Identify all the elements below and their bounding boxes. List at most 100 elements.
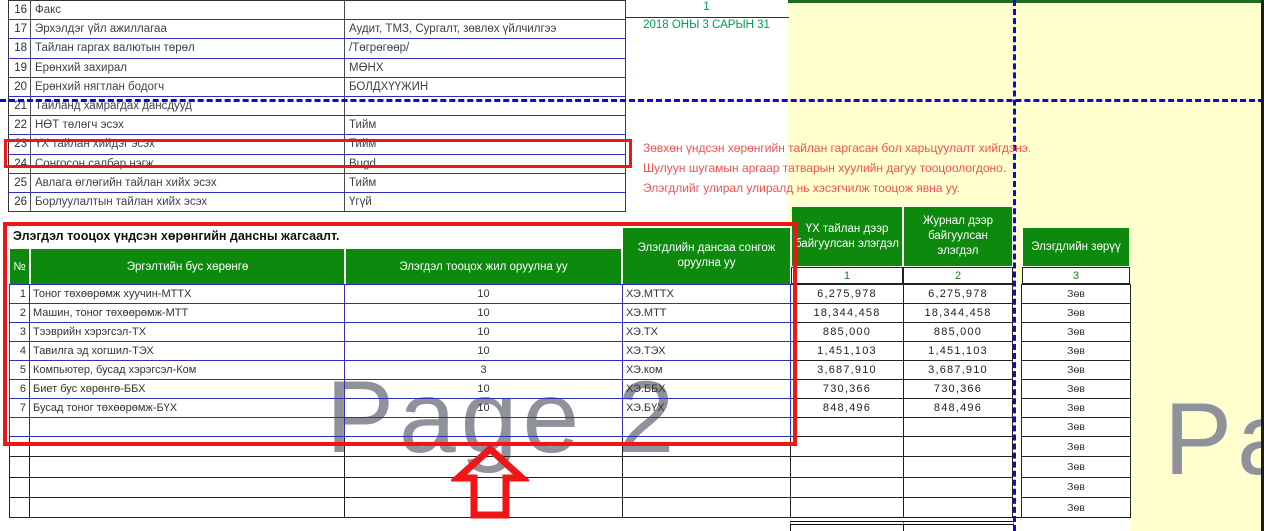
cell-num[interactable]: 20: [9, 77, 31, 96]
table-row: Зөв: [10, 457, 1131, 477]
cell-status[interactable]: Зөв: [1022, 418, 1131, 437]
cell-status[interactable]: Зөв: [1022, 323, 1131, 342]
cell-name[interactable]: [30, 457, 345, 477]
cell-name[interactable]: [30, 477, 345, 497]
cell-status[interactable]: Зөв: [1022, 342, 1131, 361]
page-break-vertical[interactable]: [1013, 0, 1016, 531]
cell-value[interactable]: БОЛДХҮҮЖИН: [345, 77, 626, 96]
note-line-3: Элэгдлийг улирал улиралд нь хэсэгчилж то…: [643, 181, 960, 195]
cell-acct[interactable]: [623, 457, 791, 477]
report-date-cell[interactable]: 2018 ОНЫ 3 САРЫН 31: [625, 19, 788, 34]
cell-dep1[interactable]: 18,344,458: [791, 304, 904, 323]
cell-dep1[interactable]: 3,687,910: [791, 361, 904, 380]
cell-dep2[interactable]: 18,344,458: [904, 304, 1013, 323]
table-row: 18Тайлан гаргах валютын төрөл/Төгрөгөөр/: [9, 39, 626, 58]
cell-dep2[interactable]: 885,000: [904, 323, 1013, 342]
red-up-arrow: [451, 445, 529, 519]
cell-dep1[interactable]: 6,275,978: [791, 285, 904, 304]
cell-status[interactable]: Зөв: [1022, 285, 1131, 304]
cell-status[interactable]: Зөв: [1022, 380, 1131, 399]
cell-num[interactable]: 18: [9, 39, 31, 58]
cell-label[interactable]: Факс: [31, 1, 345, 20]
cell-dep2[interactable]: 848,496: [904, 399, 1013, 418]
cell-status[interactable]: Зөв: [1022, 304, 1131, 323]
header-cell-dep-report[interactable]: ҮХ тайлан дээр байгуулсан элэгдэл: [791, 206, 903, 267]
cell-num[interactable]: 17: [9, 20, 31, 39]
note-line-2: Шулуун шугамын аргаар татварын хуулийн д…: [643, 161, 1006, 175]
cell-acct[interactable]: [623, 477, 791, 497]
total-cell-dep-report[interactable]: [790, 521, 904, 531]
cell-dep2[interactable]: 6,275,978: [904, 285, 1013, 304]
cell-dep1[interactable]: [791, 477, 904, 497]
cell-label[interactable]: Авлага өглөгийн тайлан хийх эсэх: [31, 173, 345, 192]
cell-num[interactable]: 22: [9, 116, 31, 135]
cell-dep1[interactable]: 848,496: [791, 399, 904, 418]
cell-num[interactable]: 19: [9, 58, 31, 77]
cell-value[interactable]: Аудит, ТМЗ, Сургалт, зөвлөх үйлчилгээ: [345, 20, 626, 39]
cell-dep1[interactable]: [791, 457, 904, 477]
cell-n[interactable]: [10, 497, 30, 517]
table-row: Зөв: [10, 477, 1131, 497]
page-watermark-right: Page: [1164, 388, 1264, 490]
cell-value[interactable]: /Төгрөгөөр/: [345, 39, 626, 58]
column-number-2[interactable]: 2: [903, 267, 1013, 284]
highlight-box-row-23: [4, 139, 632, 168]
date-column-number[interactable]: 1: [625, 1, 788, 16]
cell-status[interactable]: Зөв: [1022, 457, 1131, 477]
table-row: 26Борлуулалтын тайлан хийх эсэхҮгүй: [9, 192, 626, 211]
header-cell-dep-diff[interactable]: Элэгдлийн зөрүү: [1022, 227, 1130, 267]
cell-dep2[interactable]: [904, 418, 1013, 437]
cell-num[interactable]: 16: [9, 1, 31, 20]
cell-label[interactable]: Ерөнхий нягтлан бодогч: [31, 77, 345, 96]
cell-acct[interactable]: [623, 497, 791, 517]
company-info-table: 16Факс17Эрхэлдэг үйл ажиллагааАудит, ТМЗ…: [8, 0, 626, 212]
table-row: 19Ерөнхий захиралМӨНХ: [9, 58, 626, 77]
cell-status[interactable]: Зөв: [1022, 437, 1131, 457]
spreadsheet-canvas: Page 2 Page 16Факс17Эрхэлдэг үйл ажиллаг…: [0, 0, 1264, 531]
table-row: 25Авлага өглөгийн тайлан хийх эсэхТийм: [9, 173, 626, 192]
cell-dep1[interactable]: [791, 418, 904, 437]
total-cell-dep-journal[interactable]: [903, 521, 1014, 531]
cell-value[interactable]: МӨНХ: [345, 58, 626, 77]
highlight-box-asset-table: [3, 222, 797, 446]
cell-n[interactable]: [10, 477, 30, 497]
table-row: 16Факс: [9, 1, 626, 20]
cell-status[interactable]: Зөв: [1022, 361, 1131, 380]
cell-dep1[interactable]: 730,366: [791, 380, 904, 399]
cell-dep2[interactable]: 1,451,103: [904, 342, 1013, 361]
top-green-strip: [788, 0, 1264, 3]
cell-label[interactable]: Ерөнхий захирал: [31, 58, 345, 77]
table-row: 17Эрхэлдэг үйл ажиллагааАудит, ТМЗ, Сург…: [9, 20, 626, 39]
cell-dep2[interactable]: 730,366: [904, 380, 1013, 399]
cell-status[interactable]: Зөв: [1022, 497, 1131, 517]
cell-value[interactable]: Тийм: [345, 173, 626, 192]
cell-value[interactable]: Тийм: [345, 116, 626, 135]
cell-dep2[interactable]: [904, 477, 1013, 497]
cell-label[interactable]: Эрхэлдэг үйл ажиллагаа: [31, 20, 345, 39]
cell-dep1[interactable]: [791, 497, 904, 517]
header-cell-dep-journal[interactable]: Журнал дээр байгуулсан элэгдэл: [903, 206, 1013, 267]
column-number-3[interactable]: 3: [1022, 267, 1130, 284]
cell-dep2[interactable]: 3,687,910: [904, 361, 1013, 380]
company-info-rows: 16Факс17Эрхэлдэг үйл ажиллагааАудит, ТМЗ…: [9, 1, 626, 212]
cell-name[interactable]: [30, 497, 345, 517]
cell-label[interactable]: Борлуулалтын тайлан хийх эсэх: [31, 192, 345, 211]
cell-value[interactable]: Үгүй: [345, 192, 626, 211]
cell-label[interactable]: НӨТ төлөгч эсэх: [31, 116, 345, 135]
table-row: 20Ерөнхий нягтлан бодогчБОЛДХҮҮЖИН: [9, 77, 626, 96]
cell-dep2[interactable]: [904, 457, 1013, 477]
cell-dep1[interactable]: 885,000: [791, 323, 904, 342]
page-break-horizontal[interactable]: [0, 99, 1264, 102]
cell-label[interactable]: Тайлан гаргах валютын төрөл: [31, 39, 345, 58]
column-number-1[interactable]: 1: [791, 267, 903, 284]
cell-num[interactable]: 25: [9, 173, 31, 192]
cell-dep1[interactable]: [791, 437, 904, 457]
cell-status[interactable]: Зөв: [1022, 477, 1131, 497]
cell-status[interactable]: Зөв: [1022, 399, 1131, 418]
cell-dep2[interactable]: [904, 497, 1013, 517]
cell-dep1[interactable]: 1,451,103: [791, 342, 904, 361]
cell-num[interactable]: 26: [9, 192, 31, 211]
cell-dep2[interactable]: [904, 437, 1013, 457]
cell-value[interactable]: [345, 1, 626, 20]
cell-n[interactable]: [10, 457, 30, 477]
